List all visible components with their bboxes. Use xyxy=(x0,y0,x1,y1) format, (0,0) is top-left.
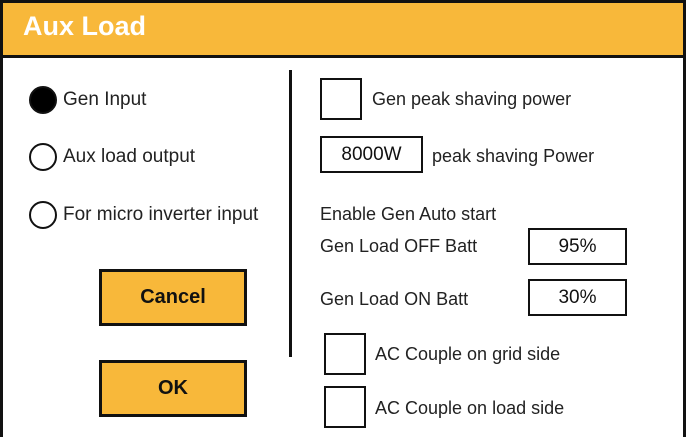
column-divider xyxy=(289,70,292,357)
mode-option-aux-load-output[interactable]: Aux load output xyxy=(29,143,195,171)
ok-button[interactable]: OK xyxy=(99,360,247,417)
aux-load-output-label: Aux load output xyxy=(63,146,196,167)
mode-option-gen-input[interactable]: Gen Input xyxy=(29,86,146,114)
aux-load-output-radio[interactable] xyxy=(29,143,57,171)
title-bar: Aux Load xyxy=(3,3,683,58)
gen-load-off-batt-label: Gen Load OFF Batt xyxy=(320,236,478,256)
ac-couple-grid-label: AC Couple on grid side xyxy=(375,344,561,364)
dialog-title: Aux Load xyxy=(23,11,147,41)
peak-shaving-power-field[interactable]: 8000W xyxy=(320,136,423,173)
auto-start-heading: Enable Gen Auto start xyxy=(320,204,497,224)
micro-inverter-input-radio[interactable] xyxy=(29,201,57,229)
gen-input-radio[interactable] xyxy=(29,86,57,114)
ac-couple-load-checkbox[interactable] xyxy=(324,386,366,428)
gen-input-label: Gen Input xyxy=(63,89,147,110)
gen-load-off-batt-field[interactable]: 95% xyxy=(528,228,627,265)
mode-option-micro-inverter-input[interactable]: For micro inverter input xyxy=(29,201,258,229)
gen-load-on-batt-field[interactable]: 30% xyxy=(528,279,627,316)
gen-load-on-batt-label: Gen Load ON Batt xyxy=(320,289,469,309)
gen-peak-shaving-checkbox[interactable] xyxy=(320,78,362,120)
micro-inverter-input-label: For micro inverter input xyxy=(63,204,259,225)
cancel-button[interactable]: Cancel xyxy=(99,269,247,326)
peak-shaving-power-label: peak shaving Power xyxy=(432,146,595,166)
ac-couple-grid-checkbox[interactable] xyxy=(324,333,366,375)
ac-couple-load-label: AC Couple on load side xyxy=(375,398,565,418)
gen-peak-shaving-label: Gen peak shaving power xyxy=(372,89,572,109)
